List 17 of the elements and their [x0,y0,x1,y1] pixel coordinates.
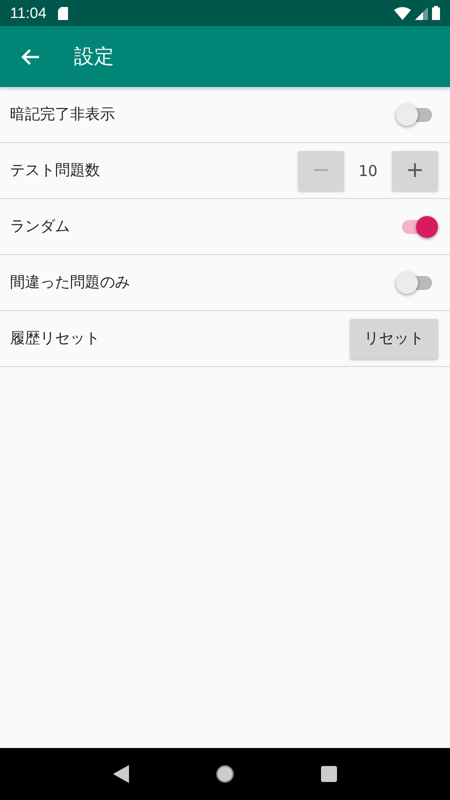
back-nav-icon[interactable] [113,765,129,783]
status-time: 11:04 [10,4,46,22]
back-icon[interactable] [20,48,40,66]
setting-label: 履歴リセット [10,329,101,348]
home-nav-icon[interactable] [215,764,235,784]
battery-icon [432,6,440,20]
setting-label: テスト問題数 [10,161,101,180]
reset-button[interactable]: リセット [350,318,438,358]
setting-label: ランダム [10,217,71,236]
wifi-icon [394,6,411,20]
increment-button[interactable]: + [392,150,438,190]
setting-label: 暗記完了非表示 [10,105,116,124]
setting-label: 間違った問題のみ [10,273,131,292]
count-value: 10 [357,162,379,180]
app-bar-title: 設定 [74,43,114,70]
sd-card-icon [58,6,68,20]
signal-icon [415,6,428,20]
